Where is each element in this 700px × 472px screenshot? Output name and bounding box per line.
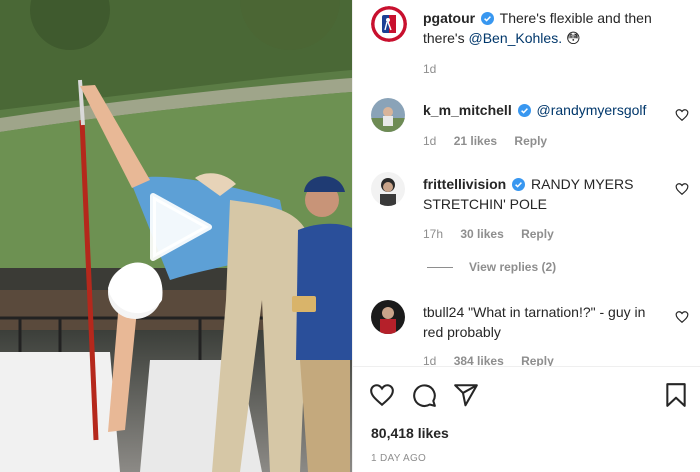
post-actions-bar [353,370,700,420]
play-icon[interactable] [143,190,217,264]
commenter-avatar[interactable] [371,98,405,132]
instagram-post: pgatour There's flexible and then there'… [0,0,700,472]
comment-mention[interactable]: @randymyersgolf [537,102,647,118]
post-username[interactable]: pgatour [423,10,475,26]
commenter-avatar[interactable] [371,300,405,334]
heart-icon[interactable] [369,382,395,408]
comment-likes[interactable]: 30 likes [460,227,503,241]
comment-meta: 1d 384 likes Reply [423,354,554,366]
reply-button[interactable]: Reply [521,227,554,241]
post-details-panel: pgatour There's flexible and then there'… [352,0,700,472]
replies-divider-line [427,266,453,268]
caption-time: 1d [423,62,437,76]
flushed-emoji: 😳 [565,30,581,46]
verified-badge-icon [517,104,531,117]
comment-likes[interactable]: 21 likes [454,134,497,148]
comment-item: k_m_mitchell @randymyersgolf [423,100,663,120]
view-replies-button[interactable]: View replies (2) [427,260,556,274]
verified-badge-icon [512,178,526,191]
bookmark-icon[interactable] [663,382,689,408]
comment-meta: 1d 21 likes Reply [423,134,548,148]
comment-icon[interactable] [411,382,437,408]
comment-likes[interactable]: 384 likes [454,354,504,366]
share-icon[interactable] [453,382,479,408]
post-caption: pgatour There's flexible and then there'… [423,8,683,48]
likes-count[interactable]: 80,418 likes [371,425,449,441]
reply-button[interactable]: Reply [521,354,554,366]
comment-username[interactable]: frittellivision [423,176,506,192]
comment-item: tbull24 "What in tarnation!?" - guy in r… [423,302,663,342]
commenter-avatar[interactable] [371,172,405,206]
reply-button[interactable]: Reply [514,134,547,148]
pgatour-avatar[interactable] [371,6,407,42]
comment-like-heart-icon[interactable] [675,182,689,196]
post-timestamp: 1 DAY AGO [371,453,427,464]
caption-mention[interactable]: @Ben_Kohles. [468,30,562,46]
comment-username[interactable]: tbull24 [423,304,464,320]
comments-scroll-area[interactable]: pgatour There's flexible and then there'… [353,0,700,366]
comment-username[interactable]: k_m_mitchell [423,102,512,118]
comment-like-heart-icon[interactable] [675,310,689,324]
post-video[interactable] [0,0,352,472]
comment-meta: 17h 30 likes Reply [423,227,554,241]
actions-divider [353,366,700,367]
comment-item: frittellivision RANDY MYERS STRETCHIN' P… [423,174,663,214]
comment-like-heart-icon[interactable] [675,108,689,122]
verified-badge-icon [481,12,494,25]
